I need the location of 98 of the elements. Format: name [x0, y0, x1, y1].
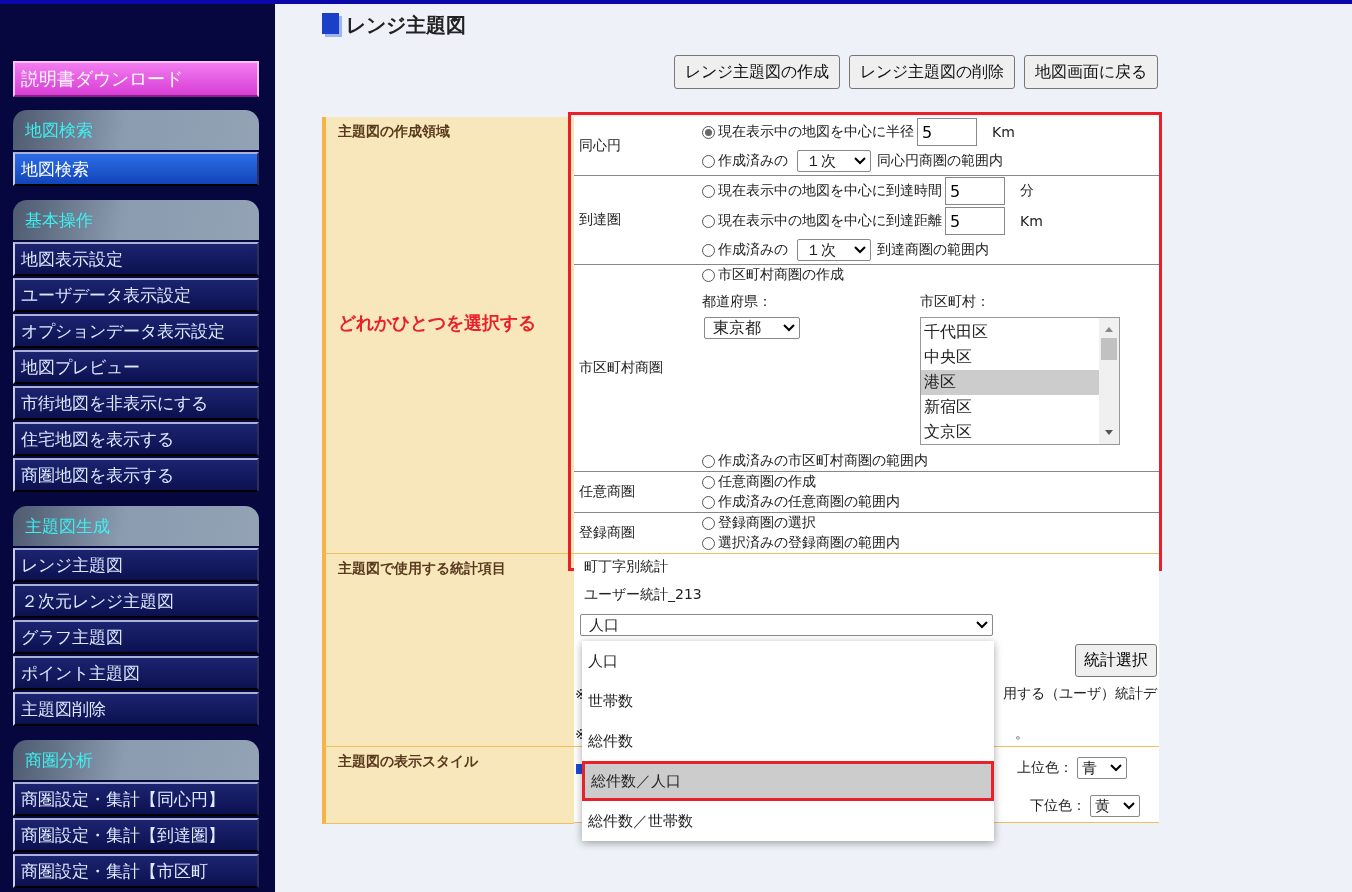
option-label: 作成済みの — [718, 152, 788, 170]
nav-item[interactable]: 商圏設定・集計【市区町 — [13, 854, 259, 888]
color-dropdown[interactable]: 黄 — [1090, 795, 1140, 817]
nav-item[interactable]: ユーザデータ表示設定 — [13, 278, 259, 312]
chevron-down-icon — [783, 324, 795, 332]
color-swatch — [576, 764, 584, 774]
chevron-down-icon — [854, 157, 866, 165]
option-label: 現在表示中の地図を中心に到達距離 — [718, 212, 942, 230]
option-label: 現在表示中の地図を中心に到達時間 — [718, 182, 942, 200]
action-button[interactable]: レンジ主題図の削除 — [849, 55, 1015, 89]
radio-button[interactable] — [702, 454, 715, 468]
city-listbox[interactable]: 千代田区 中央区 港区 新宿区 文京区 — [920, 317, 1120, 445]
unit-label: 分 — [1020, 182, 1034, 200]
unit-label: Km — [1020, 213, 1043, 229]
select-statistic-button[interactable]: 統計選択 — [1075, 644, 1157, 677]
group-label: 市区町村商圏 — [578, 359, 664, 377]
option-label: 作成済みの市区町村商圏の範囲内 — [718, 452, 928, 470]
nav-item[interactable]: レンジ主題図 — [13, 548, 259, 582]
radio-button[interactable] — [702, 536, 715, 550]
list-option[interactable]: 中央区 — [921, 345, 1099, 370]
nav-item[interactable]: 地図プレビュー — [13, 350, 259, 384]
scrollbar[interactable] — [1099, 318, 1119, 444]
nav-item[interactable]: 商圏設定・集計【到達圏】 — [13, 818, 259, 852]
nav-item[interactable]: グラフ主題図 — [13, 620, 259, 654]
radio-button[interactable] — [702, 125, 715, 139]
page-title: レンジ主題図 — [346, 11, 466, 39]
section-header: 商圏分析 — [13, 740, 259, 780]
menu-option[interactable]: 総件数 — [582, 721, 994, 761]
section-header: 地図検索 — [13, 110, 259, 150]
field-label: 都道府県： — [702, 293, 773, 311]
section-label: 主題図の表示スタイル — [338, 753, 478, 769]
radio-button[interactable] — [702, 214, 715, 228]
nav-item[interactable]: 主題図削除 — [13, 692, 259, 726]
radio-button[interactable] — [702, 243, 715, 257]
menu-option[interactable]: 世帯数 — [582, 681, 994, 721]
field-label: 下位色： — [1030, 797, 1086, 815]
chevron-down-icon — [1123, 802, 1135, 810]
menu-option[interactable]: 人口 — [582, 641, 994, 681]
radio-button[interactable] — [702, 475, 715, 489]
color-dropdown[interactable]: 青 — [1077, 757, 1127, 779]
radio-button[interactable] — [702, 495, 715, 509]
nav-item[interactable]: 地図検索 — [13, 152, 259, 186]
action-button[interactable]: レンジ主題図の作成 — [674, 55, 840, 89]
list-option[interactable]: 千代田区 — [921, 320, 1099, 345]
dataset-name: ユーザー統計_213 — [584, 586, 703, 604]
order-dropdown[interactable]: １次 — [797, 239, 871, 261]
number-field[interactable]: 5 — [945, 207, 1005, 235]
note-text: 。 — [1015, 725, 1029, 743]
option-label: 作成済みの任意商圏の範囲内 — [718, 493, 900, 511]
radio-button[interactable] — [702, 184, 715, 198]
section-header: 主題図生成 — [13, 506, 259, 546]
option-label: 現在表示中の地図を中心に半径 — [718, 123, 914, 141]
list-option[interactable]: 文京区 — [921, 420, 1099, 445]
chevron-down-icon — [1110, 764, 1122, 772]
group-label: 到達圏 — [578, 211, 622, 229]
nav-item[interactable]: 商圏設定・集計【同心円】 — [13, 782, 259, 816]
field-label: 市区町村： — [920, 293, 991, 311]
radio-button[interactable] — [702, 268, 715, 282]
statistic-dropdown[interactable]: 人口 — [580, 614, 993, 636]
radio-button[interactable] — [702, 516, 715, 530]
title-marker-icon — [322, 13, 342, 37]
statistics-source: 町丁字別統計 — [584, 558, 669, 576]
nav-item[interactable]: ２次元レンジ主題図 — [13, 584, 259, 618]
unit-label: Km — [992, 124, 1015, 140]
group-label: 任意商圏 — [578, 483, 636, 501]
list-option[interactable]: 新宿区 — [921, 395, 1099, 420]
section-label: 主題図で使用する統計項目 — [338, 560, 506, 576]
section-label: 主題図の作成領域 — [338, 123, 450, 139]
nav-item[interactable]: ポイント主題図 — [13, 656, 259, 690]
list-option[interactable]: 港区 — [921, 370, 1099, 395]
group-label: 同心円 — [578, 137, 622, 155]
prefecture-dropdown[interactable]: 東京都 — [704, 317, 800, 339]
nav-item[interactable]: 住宅地図を表示する — [13, 422, 259, 456]
group-label: 登録商圏 — [578, 524, 636, 542]
option-label: 到達商圏の範囲内 — [877, 241, 989, 259]
section-header: 基本操作 — [13, 200, 259, 240]
option-label: 市区町村商圏の作成 — [718, 266, 844, 284]
field-label: 上位色： — [1017, 759, 1073, 777]
nav-item[interactable]: 地図表示設定 — [13, 242, 259, 276]
annotation-text: どれかひとつを選択する — [338, 311, 537, 335]
nav-item[interactable]: オプションデータ表示設定 — [13, 314, 259, 348]
action-button[interactable]: 地図画面に戻る — [1024, 55, 1158, 89]
option-label: 任意商圏の作成 — [718, 473, 816, 491]
option-label: 作成済みの — [718, 241, 788, 259]
order-dropdown[interactable]: １次 — [797, 150, 871, 172]
note-text: 用する（ユーザ）統計デ — [1003, 685, 1157, 703]
menu-option[interactable]: 総件数／世帯数 — [582, 801, 994, 841]
chevron-down-icon — [854, 246, 866, 254]
nav-item[interactable]: 市街地図を非表示にする — [13, 386, 259, 420]
number-field[interactable]: 5 — [945, 177, 1005, 205]
chevron-down-icon — [976, 621, 988, 629]
menu-option[interactable]: 総件数／人口 — [582, 761, 994, 801]
nav-item[interactable]: 商圏地図を表示する — [13, 458, 259, 492]
option-label: 登録商圏の選択 — [718, 514, 816, 532]
number-field[interactable]: 5 — [917, 118, 977, 146]
option-label: 選択済みの登録商圏の範囲内 — [718, 534, 900, 552]
option-label: 同心円商圏の範囲内 — [877, 152, 1003, 170]
radio-button[interactable] — [702, 154, 715, 168]
